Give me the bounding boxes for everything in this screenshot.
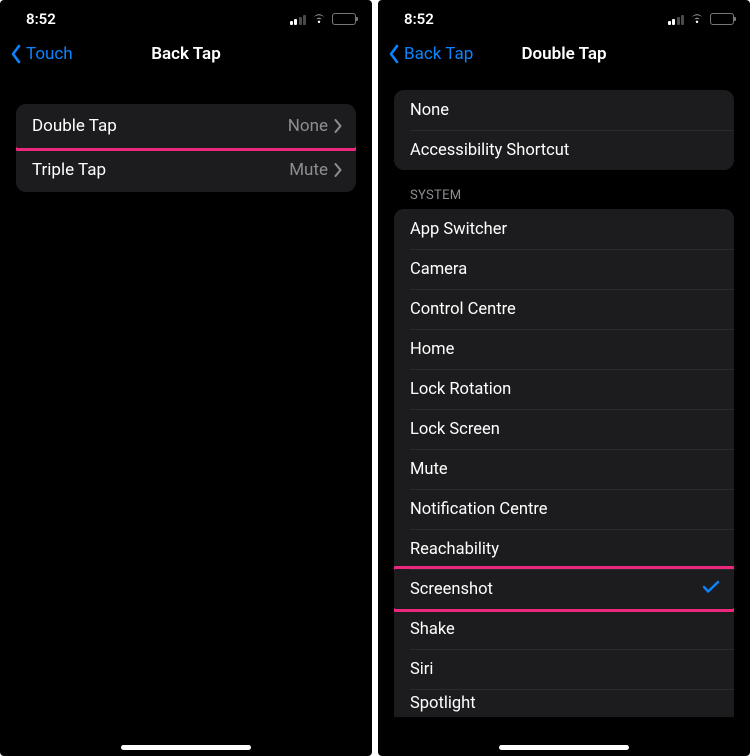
chevron-left-icon <box>10 44 22 64</box>
back-label: Touch <box>26 44 73 64</box>
battery-icon <box>710 13 734 25</box>
row-label: App Switcher <box>410 220 507 239</box>
back-button[interactable]: Touch <box>10 44 73 64</box>
row-siri[interactable]: Siri <box>394 649 734 689</box>
battery-icon <box>332 13 356 25</box>
nav-bar: Back Tap Double Tap <box>378 32 750 76</box>
row-home[interactable]: Home <box>394 329 734 369</box>
phone-left-back-tap: 8:52 Touch Back Tap Double Tap None <box>0 0 372 756</box>
group-top: None Accessibility Shortcut <box>394 90 734 170</box>
row-label: Triple Tap <box>32 160 106 180</box>
group-system: App Switcher Camera Control Centre Home … <box>394 209 734 717</box>
row-accessibility-shortcut[interactable]: Accessibility Shortcut <box>394 130 734 170</box>
row-label: Camera <box>410 260 467 279</box>
wifi-icon <box>689 10 705 28</box>
row-screenshot[interactable]: Screenshot <box>394 569 734 609</box>
back-tap-group: Double Tap None Triple Tap Mute <box>16 104 356 192</box>
wifi-icon <box>311 10 327 28</box>
nav-bar: Touch Back Tap <box>0 32 372 76</box>
status-icons <box>668 10 735 28</box>
phone-right-double-tap: 8:52 Back Tap Double Tap None Accessibil… <box>378 0 750 756</box>
status-icons <box>290 10 357 28</box>
row-spotlight[interactable]: Spotlight <box>394 689 734 717</box>
home-indicator[interactable] <box>499 745 629 750</box>
row-reachability[interactable]: Reachability <box>394 529 734 569</box>
cellular-icon <box>668 14 685 25</box>
row-lock-screen[interactable]: Lock Screen <box>394 409 734 449</box>
row-double-tap[interactable]: Double Tap None <box>16 104 356 148</box>
row-value: Mute <box>289 160 342 180</box>
row-label: Siri <box>410 660 433 679</box>
row-lock-rotation[interactable]: Lock Rotation <box>394 369 734 409</box>
status-bar: 8:52 <box>378 0 750 32</box>
row-triple-tap[interactable]: Triple Tap Mute <box>16 148 356 192</box>
status-time: 8:52 <box>404 10 434 28</box>
row-label: Mute <box>410 460 448 479</box>
row-label: Spotlight <box>410 694 476 713</box>
row-camera[interactable]: Camera <box>394 249 734 289</box>
row-control-centre[interactable]: Control Centre <box>394 289 734 329</box>
row-label: Lock Screen <box>410 420 500 439</box>
row-label: Shake <box>410 620 455 639</box>
status-time: 8:52 <box>26 10 56 28</box>
row-mute[interactable]: Mute <box>394 449 734 489</box>
row-label: Screenshot <box>410 580 493 599</box>
row-notification-centre[interactable]: Notification Centre <box>394 489 734 529</box>
content: None Accessibility Shortcut SYSTEM App S… <box>378 76 750 717</box>
row-label: Home <box>410 340 454 359</box>
home-indicator[interactable] <box>121 745 251 750</box>
row-label: None <box>410 101 449 120</box>
content: Double Tap None Triple Tap Mute <box>0 76 372 192</box>
chevron-left-icon <box>388 44 400 64</box>
row-label: Lock Rotation <box>410 380 511 399</box>
row-value: None <box>288 116 342 136</box>
row-label: Double Tap <box>32 116 117 136</box>
back-button[interactable]: Back Tap <box>388 44 473 64</box>
section-header-system: SYSTEM <box>394 188 734 203</box>
row-shake[interactable]: Shake <box>394 609 734 649</box>
row-app-switcher[interactable]: App Switcher <box>394 209 734 249</box>
back-label: Back Tap <box>404 44 473 64</box>
checkmark-icon <box>702 580 720 599</box>
status-bar: 8:52 <box>0 0 372 32</box>
row-label: Control Centre <box>410 300 516 319</box>
row-label: Accessibility Shortcut <box>410 141 569 160</box>
chevron-right-icon <box>334 163 342 177</box>
row-label: Reachability <box>410 540 499 559</box>
chevron-right-icon <box>334 119 342 133</box>
row-label: Notification Centre <box>410 500 548 519</box>
cellular-icon <box>290 14 307 25</box>
row-none[interactable]: None <box>394 90 734 130</box>
